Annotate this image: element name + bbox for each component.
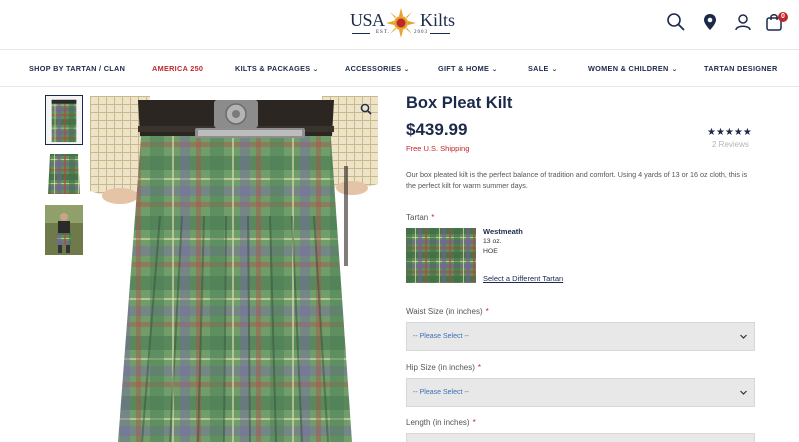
logo-est: EST. [376,30,390,35]
logo-rule-left [352,33,370,34]
usa-kilts-logo[interactable]: USA Kilts EST. 2003 [348,6,456,40]
rating-stars[interactable]: ★★★★★ [707,127,752,138]
nav-gift-home[interactable]: GIFT & HOME ⌄ [438,64,499,73]
product-thumbnail-1[interactable] [45,95,83,145]
user-icon[interactable] [733,12,753,32]
tartan-swatch-image [406,228,476,283]
tartan-weight: 13 oz. [483,238,502,245]
tartan-swatch[interactable] [406,228,476,283]
waist-size-value: -- Please Select -- [413,333,470,340]
logo-text-right: Kilts [420,10,456,30]
kilt-outdoor-thumbnail-image [45,205,83,255]
product-title: Box Pleat Kilt [406,94,513,112]
chevron-down-icon [740,390,747,395]
nav-women-children[interactable]: WOMEN & CHILDREN ⌄ [588,64,677,73]
nav-kilts-packages[interactable]: KILTS & PACKAGES ⌄ [235,64,319,73]
zoom-icon[interactable] [360,103,372,115]
sun-icon [386,8,416,38]
search-icon[interactable] [666,12,686,32]
waist-size-label: Waist Size (in inches) * [406,307,489,316]
chevron-down-icon [740,334,747,339]
main-nav: SHOP BY TARTAN / CLAN AMERICA 250 KILTS … [0,50,799,87]
kilt-back-thumbnail-image [45,150,83,200]
reviews-link[interactable]: 2 Reviews [712,140,749,149]
length-select[interactable] [406,433,755,442]
kilt-front-thumbnail-image [46,96,82,144]
chevron-down-icon: ⌄ [491,67,499,73]
kilt-main-image [90,96,378,442]
tartan-label: Tartan * [406,213,435,222]
chevron-down-icon: ⌄ [550,67,558,73]
product-description: Our box pleated kilt is the perfect bala… [406,170,748,190]
chevron-down-icon: ⌄ [670,67,678,73]
tartan-code: HOE [483,248,498,255]
hip-size-value: -- Please Select -- [413,389,470,396]
cart-count-badge: 0 [778,12,788,22]
product-thumbnail-2[interactable] [45,150,83,200]
hip-size-select[interactable]: -- Please Select -- [406,378,755,407]
location-pin-icon[interactable] [700,12,720,32]
chevron-down-icon: ⌄ [312,67,320,73]
hip-size-label: Hip Size (in inches) * [406,363,482,372]
shipping-note: Free U.S. Shipping [406,144,470,153]
select-different-tartan-link[interactable]: Select a Different Tartan [483,274,563,283]
product-main-image[interactable] [90,96,378,442]
nav-america-250[interactable]: AMERICA 250 [152,64,203,73]
site-header: USA Kilts EST. 2003 0 [0,0,799,50]
logo-rule-right [430,33,450,34]
nav-sale[interactable]: SALE ⌄ [528,64,557,73]
logo-text-left: USA [350,10,385,30]
nav-tartan-designer[interactable]: TARTAN DESIGNER [704,64,778,73]
product-thumbnail-3[interactable] [45,205,83,255]
nav-accessories[interactable]: ACCESSORIES ⌄ [345,64,410,73]
length-label: Length (in inches) * [406,418,476,427]
nav-shop-by-tartan[interactable]: SHOP BY TARTAN / CLAN [29,64,125,73]
logo-year: 2003 [414,30,428,35]
chevron-down-icon: ⌄ [403,67,411,73]
product-price: $439.99 [406,120,468,139]
tartan-name: Westmeath [483,227,523,236]
waist-size-select[interactable]: -- Please Select -- [406,322,755,351]
